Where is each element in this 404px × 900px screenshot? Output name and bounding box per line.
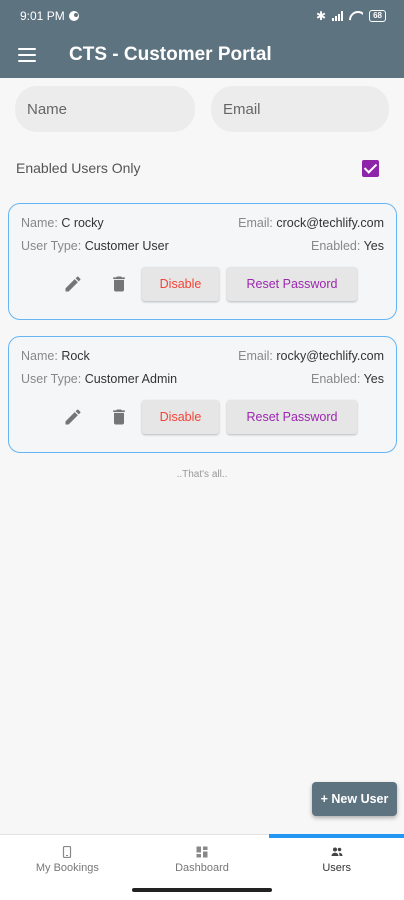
email-label: Email: [238,349,273,363]
user-card: Name: C rocky Email: crock@techlify.com … [8,203,397,320]
enabled-only-checkbox[interactable] [362,160,379,177]
signal-icon [332,11,344,21]
nav-item-users[interactable]: Users [269,834,404,884]
user-type-field: User Type: Customer User [21,239,169,253]
user-email: rocky@techlify.com [276,349,384,363]
status-time: 9:01 PM [20,9,65,23]
phone-icon [63,845,72,858]
user-email-field: Email: rocky@techlify.com [238,349,384,363]
user-card-row: Name: C rocky Email: crock@techlify.com [21,216,384,230]
delete-icon[interactable] [109,407,129,427]
bluetooth-icon: ✱ [316,9,327,23]
email-label: Email: [238,216,273,230]
dashboard-icon [196,846,208,857]
user-card-actions: Disable Reset Password [9,267,396,301]
list-end-text: ..That's all.. [176,469,228,480]
disable-user-button[interactable]: Disable [142,267,219,301]
user-enabled-field: Enabled: Yes [311,239,384,253]
page-title: CTS - Customer Portal [69,44,272,65]
user-name-field: Name: Rock [21,349,90,363]
nav-label: Dashboard [175,861,229,874]
user-type-label: User Type: [21,239,82,253]
wifi-icon [349,11,363,21]
name-label: Name: [21,216,58,230]
user-email-field: Email: crock@techlify.com [238,216,384,230]
user-name: C rocky [61,216,104,230]
gesture-area [0,884,404,900]
notification-icon [68,11,79,21]
user-card-row: Name: Rock Email: rocky@techlify.com [21,349,384,363]
nav-label: Users [322,861,352,874]
user-type-label: User Type: [21,372,82,386]
email-search-input[interactable] [211,86,389,132]
nav-label: My Bookings [35,861,99,874]
enabled-label: Enabled: [310,239,361,253]
user-enabled: Yes [363,239,384,253]
status-right: ✱ 68 [316,9,386,23]
user-type-field: User Type: Customer Admin [21,372,177,386]
user-enabled: Yes [363,372,384,386]
new-user-button[interactable]: + New User [312,782,397,816]
user-name-field: Name: C rocky [21,216,104,230]
app-bar: CTS - Customer Portal [0,32,404,78]
user-name: Rock [61,349,90,363]
enabled-only-label: Enabled Users Only [16,160,141,176]
edit-icon[interactable] [63,407,83,427]
edit-icon[interactable] [63,274,83,294]
name-label: Name: [21,349,58,363]
user-email: crock@techlify.com [276,216,384,230]
nav-item-dashboard[interactable]: Dashboard [135,835,270,884]
user-type: Customer Admin [84,372,178,386]
disable-user-button[interactable]: Disable [142,400,219,434]
user-card-actions: Disable Reset Password [9,400,396,434]
reset-password-button[interactable]: Reset Password [227,267,357,301]
status-left: 9:01 PM [20,9,79,23]
status-bar: 9:01 PM ✱ 68 [0,0,404,32]
hamburger-menu-icon[interactable] [18,48,36,62]
nav-item-my-bookings[interactable]: My Bookings [0,835,135,884]
people-icon [331,847,343,856]
bottom-nav: My Bookings Dashboard Users [0,834,404,884]
name-search-input[interactable] [15,86,195,132]
user-card-row: User Type: Customer User Enabled: Yes [21,239,384,253]
home-indicator[interactable] [132,888,272,892]
user-card: Name: Rock Email: rocky@techlify.com Use… [8,336,397,453]
reset-password-button[interactable]: Reset Password [227,400,357,434]
user-type: Customer User [84,239,169,253]
user-enabled-field: Enabled: Yes [311,372,384,386]
battery-icon: 68 [369,10,386,22]
user-card-row: User Type: Customer Admin Enabled: Yes [21,372,384,386]
delete-icon[interactable] [109,274,129,294]
enabled-label: Enabled: [310,372,361,386]
